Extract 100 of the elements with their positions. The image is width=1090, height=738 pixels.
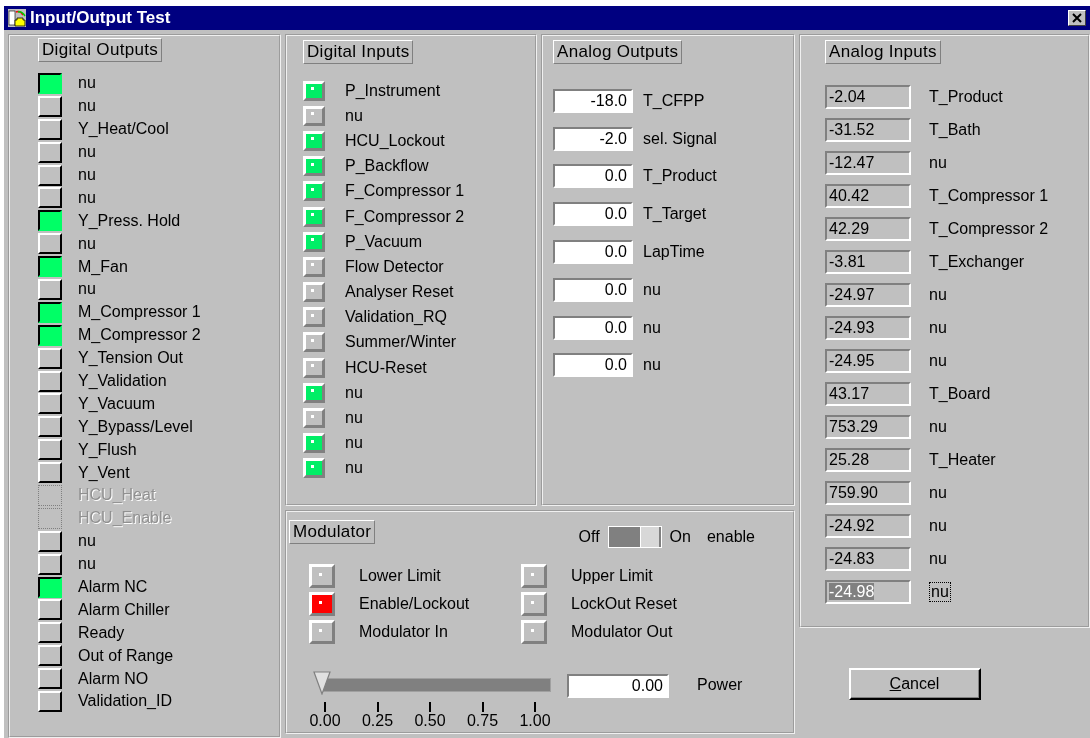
reading-field[interactable]: 759.90 bbox=[825, 480, 911, 505]
output-label: nu bbox=[78, 280, 96, 299]
value-field[interactable]: 0.0 bbox=[553, 315, 633, 340]
app-icon bbox=[8, 9, 26, 27]
indicator-label: Modulator Out bbox=[571, 623, 673, 641]
value-field[interactable]: 0.0 bbox=[553, 353, 633, 378]
input-label: nu bbox=[345, 106, 363, 125]
power-field[interactable]: 0.00 bbox=[567, 674, 669, 698]
output-indicator[interactable] bbox=[38, 324, 62, 346]
output-label: Y_Bypass/Level bbox=[78, 417, 193, 436]
tick-label: 0.25 bbox=[361, 712, 394, 730]
slider-thumb[interactable] bbox=[313, 671, 331, 695]
input-label: Flow Detector bbox=[345, 257, 444, 276]
reading-field[interactable]: 42.29 bbox=[825, 216, 911, 241]
input-label: F_Compressor 1 bbox=[345, 182, 465, 201]
output-indicator[interactable] bbox=[38, 576, 62, 598]
tick-label: 1.00 bbox=[519, 712, 551, 730]
reading-field[interactable]: -24.83 bbox=[825, 546, 911, 571]
reading-field[interactable]: -3.81 bbox=[825, 249, 911, 274]
input-label: nu bbox=[929, 483, 947, 502]
input-label: nu bbox=[929, 285, 947, 304]
input-label: nu bbox=[929, 516, 947, 535]
input-label: T_Exchanger bbox=[929, 252, 1025, 271]
window-title: Input/Output Test bbox=[30, 8, 172, 28]
group-title: Modulator bbox=[289, 520, 376, 544]
input-label: P_Instrument bbox=[345, 81, 441, 100]
output-label: Y_Validation bbox=[78, 372, 167, 390]
output-label: Out of Range bbox=[78, 646, 174, 665]
tick-mark bbox=[324, 702, 326, 712]
input-label: nu bbox=[929, 318, 947, 337]
input-label: nu bbox=[929, 417, 947, 436]
output-indicator[interactable] bbox=[38, 210, 62, 232]
input-label: nu bbox=[929, 581, 951, 602]
value-field[interactable]: -18.0 bbox=[553, 88, 633, 113]
value-field[interactable]: -2.0 bbox=[553, 126, 633, 151]
toggle-switch[interactable] bbox=[607, 526, 662, 548]
output-indicator[interactable] bbox=[38, 72, 62, 94]
input-label: T_Compressor 1 bbox=[929, 186, 1049, 205]
reading-field[interactable]: 753.29 bbox=[825, 414, 911, 439]
input-label: nu bbox=[345, 383, 363, 402]
output-label: nu bbox=[78, 188, 96, 207]
group-title: Analog Outputs bbox=[553, 40, 683, 64]
output-label: HCU_Enable bbox=[78, 509, 172, 528]
output-label: Alarm NC bbox=[78, 578, 148, 597]
output-label: nu bbox=[78, 97, 96, 116]
output-label: nu bbox=[78, 234, 96, 253]
output-label: sel. Signal bbox=[643, 129, 717, 148]
cancel-button[interactable]: Cancel bbox=[848, 668, 981, 700]
output-label: Alarm Chiller bbox=[78, 600, 170, 619]
input-label: nu bbox=[929, 549, 947, 568]
tick-mark bbox=[534, 702, 536, 712]
value-field[interactable]: 0.0 bbox=[553, 164, 633, 189]
input-label: P_Vacuum bbox=[345, 232, 423, 251]
value-field[interactable]: 0.0 bbox=[553, 240, 633, 265]
tick-mark bbox=[481, 702, 484, 712]
output-label: T_Target bbox=[643, 205, 707, 224]
output-label: LapTime bbox=[643, 243, 705, 262]
close-icon[interactable] bbox=[1068, 10, 1086, 26]
input-label: T_Compressor 2 bbox=[929, 219, 1049, 238]
reading-field[interactable]: -24.92 bbox=[825, 513, 911, 538]
output-label: nu bbox=[643, 356, 661, 375]
reading-field[interactable]: 40.42 bbox=[825, 183, 911, 208]
reading-field[interactable]: -2.04 bbox=[825, 84, 911, 109]
output-label: Y_Heat/Cool bbox=[78, 120, 169, 139]
output-label: nu bbox=[643, 280, 661, 299]
output-label: M_Compressor 1 bbox=[78, 303, 201, 322]
output-indicator[interactable] bbox=[38, 301, 62, 323]
input-label: nu bbox=[929, 351, 947, 370]
reading-field[interactable]: -24.98 bbox=[825, 579, 911, 604]
power-label: Power bbox=[697, 676, 743, 694]
reading-field[interactable]: 25.28 bbox=[825, 447, 911, 472]
indicator-label: Upper Limit bbox=[571, 567, 653, 585]
output-label: nu bbox=[78, 532, 96, 551]
reading-field[interactable]: -12.47 bbox=[825, 150, 911, 175]
group-title: Analog Inputs bbox=[825, 40, 941, 64]
group-title: Digital Inputs bbox=[303, 40, 414, 64]
output-label: nu bbox=[78, 555, 96, 574]
input-label: nu bbox=[345, 409, 363, 428]
input-label: T_Heater bbox=[929, 450, 996, 469]
input-label: Summer/Winter bbox=[345, 333, 457, 352]
input-label: F_Compressor 2 bbox=[345, 207, 465, 226]
group-title: Digital Outputs bbox=[38, 38, 162, 62]
output-label: M_Fan bbox=[78, 257, 128, 276]
tick-label: 0.75 bbox=[466, 712, 499, 730]
tick-mark bbox=[376, 702, 379, 712]
reading-field[interactable]: -24.95 bbox=[825, 348, 911, 373]
reading-field[interactable]: -24.97 bbox=[825, 282, 911, 307]
reading-field[interactable]: -31.52 bbox=[825, 117, 911, 142]
switch-label: enable bbox=[706, 528, 755, 546]
value-field[interactable]: 0.0 bbox=[553, 277, 633, 302]
output-label: Y_Vacuum bbox=[78, 394, 156, 413]
output-indicator[interactable] bbox=[38, 256, 62, 278]
output-label: Y_Flush bbox=[78, 440, 137, 459]
reading-field[interactable]: -24.93 bbox=[825, 315, 911, 340]
input-label: nu bbox=[345, 434, 363, 453]
reading-field[interactable]: 43.17 bbox=[825, 381, 911, 406]
output-label: nu bbox=[78, 74, 96, 93]
indicator-label: LockOut Reset bbox=[571, 595, 677, 613]
input-label: nu bbox=[345, 459, 363, 478]
value-field[interactable]: 0.0 bbox=[553, 202, 633, 227]
